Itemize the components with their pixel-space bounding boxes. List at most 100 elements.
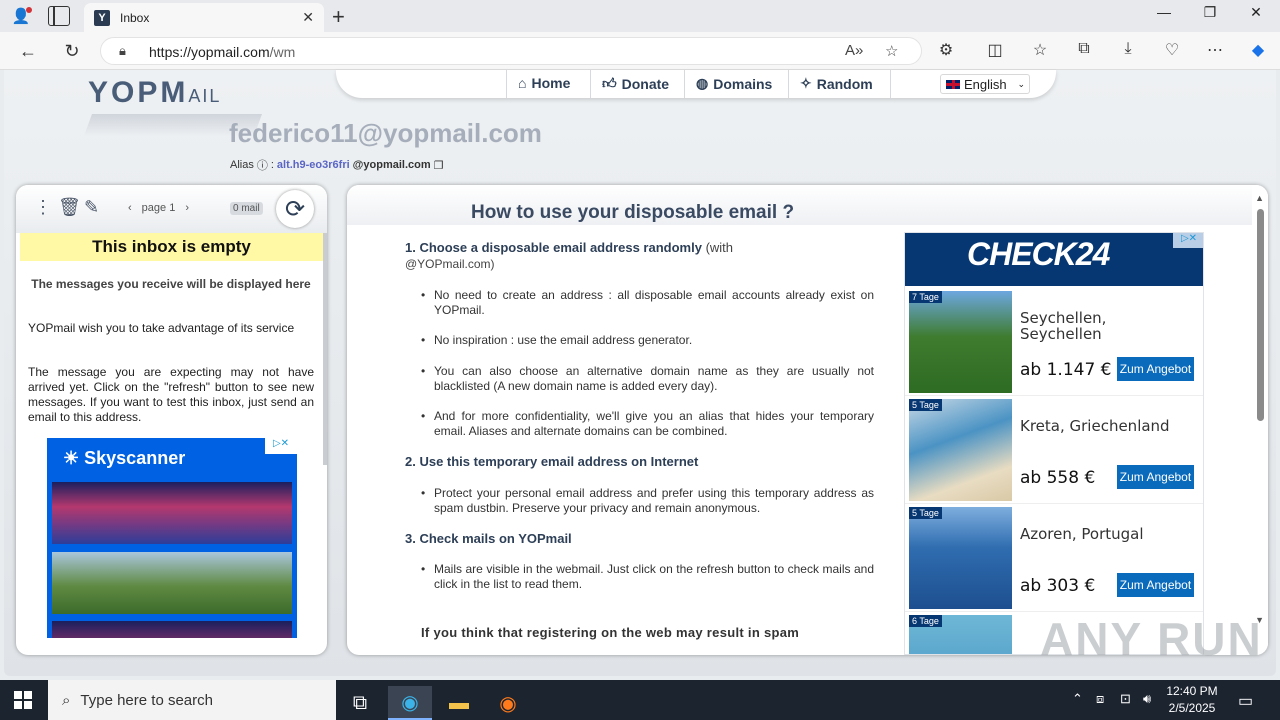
ad-close-icon[interactable]: ▷✕ xyxy=(265,438,297,454)
prev-page-icon[interactable]: ‹ xyxy=(128,202,132,214)
page-viewport: YOPMAIL ⌂ Home 👍︎ Donate ◍ Domains ✧ Random … xyxy=(0,70,1280,680)
ad-city-night-image xyxy=(52,621,292,638)
performance-icon[interactable]: ♡ xyxy=(1160,40,1184,60)
nav-random-link[interactable]: ✧ Random xyxy=(800,75,873,92)
help-bullet: You can also choose an alternative domai… xyxy=(421,364,874,394)
downloads-icon[interactable]: ⤓ xyxy=(1116,40,1140,58)
skyscanner-ad[interactable]: ☀ Skyscanner ▷✕ xyxy=(47,438,297,638)
reload-icon[interactable]: ↻ xyxy=(58,39,86,63)
alias-value[interactable]: alt.h9-eo3r6fri xyxy=(277,159,350,171)
browser-tab-bar: 👤 Y Inbox ✕ + — ❐ ✕ xyxy=(0,0,1280,32)
profile-icon[interactable]: 👤 xyxy=(8,4,34,28)
help-cut-text: If you think that registering on the web… xyxy=(421,625,800,640)
favorite-star-icon[interactable]: ☆ xyxy=(885,42,898,60)
windows-start-icon[interactable] xyxy=(14,691,32,709)
inbox-email-address: federico11@yopmail.com xyxy=(229,118,542,148)
windows-taskbar: ⌕ Type here to search ⧉ ◉ ▬ ◉ ⌃ ⧈ ⊡ 🔊︎ 1… xyxy=(0,680,1280,720)
refresh-icon: ⟳ xyxy=(284,195,306,223)
volume-icon[interactable]: 🔊︎ xyxy=(1143,691,1151,707)
tray-chevron-icon[interactable]: ⌃ xyxy=(1072,691,1083,707)
offer-price: ab 1.147 € xyxy=(1020,360,1112,380)
taskbar-search[interactable]: ⌕ Type here to search xyxy=(48,680,336,720)
close-tab-icon[interactable]: ✕ xyxy=(302,9,314,26)
nav-domains-link[interactable]: ◍ Domains xyxy=(696,75,772,92)
alias-label: Alias xyxy=(230,159,254,171)
tab-actions-icon[interactable] xyxy=(48,6,70,26)
more-options-icon[interactable]: ⋮ xyxy=(34,197,52,218)
profile-notification-dot xyxy=(26,7,32,13)
inbox-scrollbar[interactable] xyxy=(323,233,327,465)
step-1-heading-cont: @YOPmail.com) xyxy=(405,257,495,271)
help-bullet: No need to create an address : all dispo… xyxy=(421,288,874,318)
magic-wand-icon: ✧ xyxy=(800,75,812,91)
nav-divider xyxy=(788,70,789,98)
language-select[interactable]: English ⌄ xyxy=(940,74,1030,94)
help-bullet: No inspiration : use the email address g… xyxy=(421,333,874,348)
split-screen-icon[interactable]: ◫ xyxy=(983,40,1007,60)
minimize-icon[interactable]: — xyxy=(1144,4,1184,20)
offer-destination: Azoren, Portugal xyxy=(1020,525,1144,543)
favorites-icon[interactable]: ☆ xyxy=(1028,40,1052,60)
offer-button[interactable]: Zum Angebot xyxy=(1117,465,1194,489)
firefox-icon[interactable]: ◉ xyxy=(486,686,530,720)
offer-card[interactable]: 5 Tage Kreta, Griechenland ab 558 € Zum … xyxy=(905,396,1203,504)
empty-msg-2: YOPmail wish you to take advantage of it… xyxy=(28,321,295,335)
skyscanner-logo: ☀ Skyscanner xyxy=(63,448,186,468)
empty-msg-1: The messages you receive will be display… xyxy=(31,277,311,291)
offer-duration-tag: 5 Tage xyxy=(909,399,942,411)
close-window-icon[interactable]: ✕ xyxy=(1236,4,1276,21)
back-icon[interactable]: ← xyxy=(14,39,42,63)
search-placeholder: Type here to search xyxy=(80,691,213,709)
offer-card[interactable]: 7 Tage Seychellen, Seychellen ab 1.147 €… xyxy=(905,288,1203,396)
extensions-icon[interactable]: ⚙ xyxy=(934,40,958,60)
task-view-icon[interactable]: ⧉ xyxy=(338,686,382,720)
yopmail-logo[interactable]: YOPMAIL xyxy=(88,76,221,110)
delete-trash-icon[interactable]: 🗑︎ xyxy=(58,197,81,218)
lock-icon: 🔒︎ xyxy=(119,43,126,58)
step-2-heading: 2. Use this temporary email address on I… xyxy=(405,454,699,469)
check24-ad[interactable]: CHECK24 ▷✕ 7 Tage Seychellen, Seychellen… xyxy=(904,232,1204,655)
taskbar-clock[interactable]: 12:40 PM 2/5/2025 xyxy=(1162,683,1222,717)
ad-close-icon[interactable]: ▷✕ xyxy=(1173,233,1203,248)
nav-home-link[interactable]: ⌂ Home xyxy=(518,75,570,91)
alias-domain: @yopmail.com xyxy=(352,159,431,171)
offer-button[interactable]: Zum Angebot xyxy=(1117,357,1194,381)
scroll-thumb[interactable] xyxy=(1257,209,1264,421)
refresh-button[interactable]: ⟳ xyxy=(276,190,314,228)
help-bullet: And for more confidentiality, we'll give… xyxy=(421,409,874,439)
offer-card[interactable]: 5 Tage Azoren, Portugal ab 303 € Zum Ang… xyxy=(905,504,1203,612)
clock-time: 12:40 PM xyxy=(1166,684,1218,698)
info-icon[interactable]: ⓘ xyxy=(257,157,268,173)
nav-donate-link[interactable]: 👍︎ Donate xyxy=(602,75,669,92)
notification-icon[interactable]: ▭ xyxy=(1238,691,1253,711)
help-panel: How to use your disposable email ? 1. Ch… xyxy=(347,185,1268,655)
collections-icon[interactable]: ⧉ xyxy=(1072,40,1096,58)
pager: ‹ page 1 › xyxy=(128,202,189,214)
search-icon: ⌕ xyxy=(62,691,71,709)
offer-destination: Seychellen, Seychellen xyxy=(1020,309,1107,343)
help-scrollbar[interactable]: ▲ ▼ xyxy=(1252,185,1268,655)
offer-duration-tag: 6 Tage xyxy=(909,615,942,627)
edge-browser-icon[interactable]: ◉ xyxy=(388,686,432,720)
offer-button[interactable]: Zum Angebot xyxy=(1117,573,1194,597)
copilot-icon[interactable]: ◆ xyxy=(1246,40,1270,60)
wifi-icon[interactable]: ⊡ xyxy=(1120,691,1131,707)
scroll-up-icon[interactable]: ▲ xyxy=(1255,193,1264,203)
address-bar[interactable]: 🔒︎ https://yopmail.com/wm A» ☆ xyxy=(100,37,922,65)
file-explorer-icon[interactable]: ▬ xyxy=(437,686,481,720)
help-bullet: Protect your personal email address and … xyxy=(421,486,874,516)
restore-icon[interactable]: ❐ xyxy=(1190,4,1230,21)
more-menu-icon[interactable]: ⋯ xyxy=(1203,40,1227,60)
tab-inbox[interactable]: Y Inbox ✕ xyxy=(84,3,324,32)
compose-pencil-icon[interactable]: ✎ xyxy=(84,197,99,218)
new-tab-icon[interactable]: + xyxy=(332,4,345,30)
next-page-icon[interactable]: › xyxy=(185,202,189,214)
home-icon: ⌂ xyxy=(518,75,527,91)
nav-divider xyxy=(684,70,685,98)
inbox-panel: ⋮ 🗑︎ ✎ ‹ page 1 › 0 mail ⟳ This inbox is… xyxy=(16,185,327,655)
top-navigation: ⌂ Home 👍︎ Donate ◍ Domains ✧ Random English ⌄ xyxy=(336,70,1056,98)
copy-icon[interactable]: ❐ xyxy=(434,159,444,172)
network-icon[interactable]: ⧈ xyxy=(1096,691,1104,707)
step-1-heading: 1. Choose a disposable email address ran… xyxy=(405,240,734,255)
read-aloud-icon[interactable]: A» xyxy=(845,42,863,59)
